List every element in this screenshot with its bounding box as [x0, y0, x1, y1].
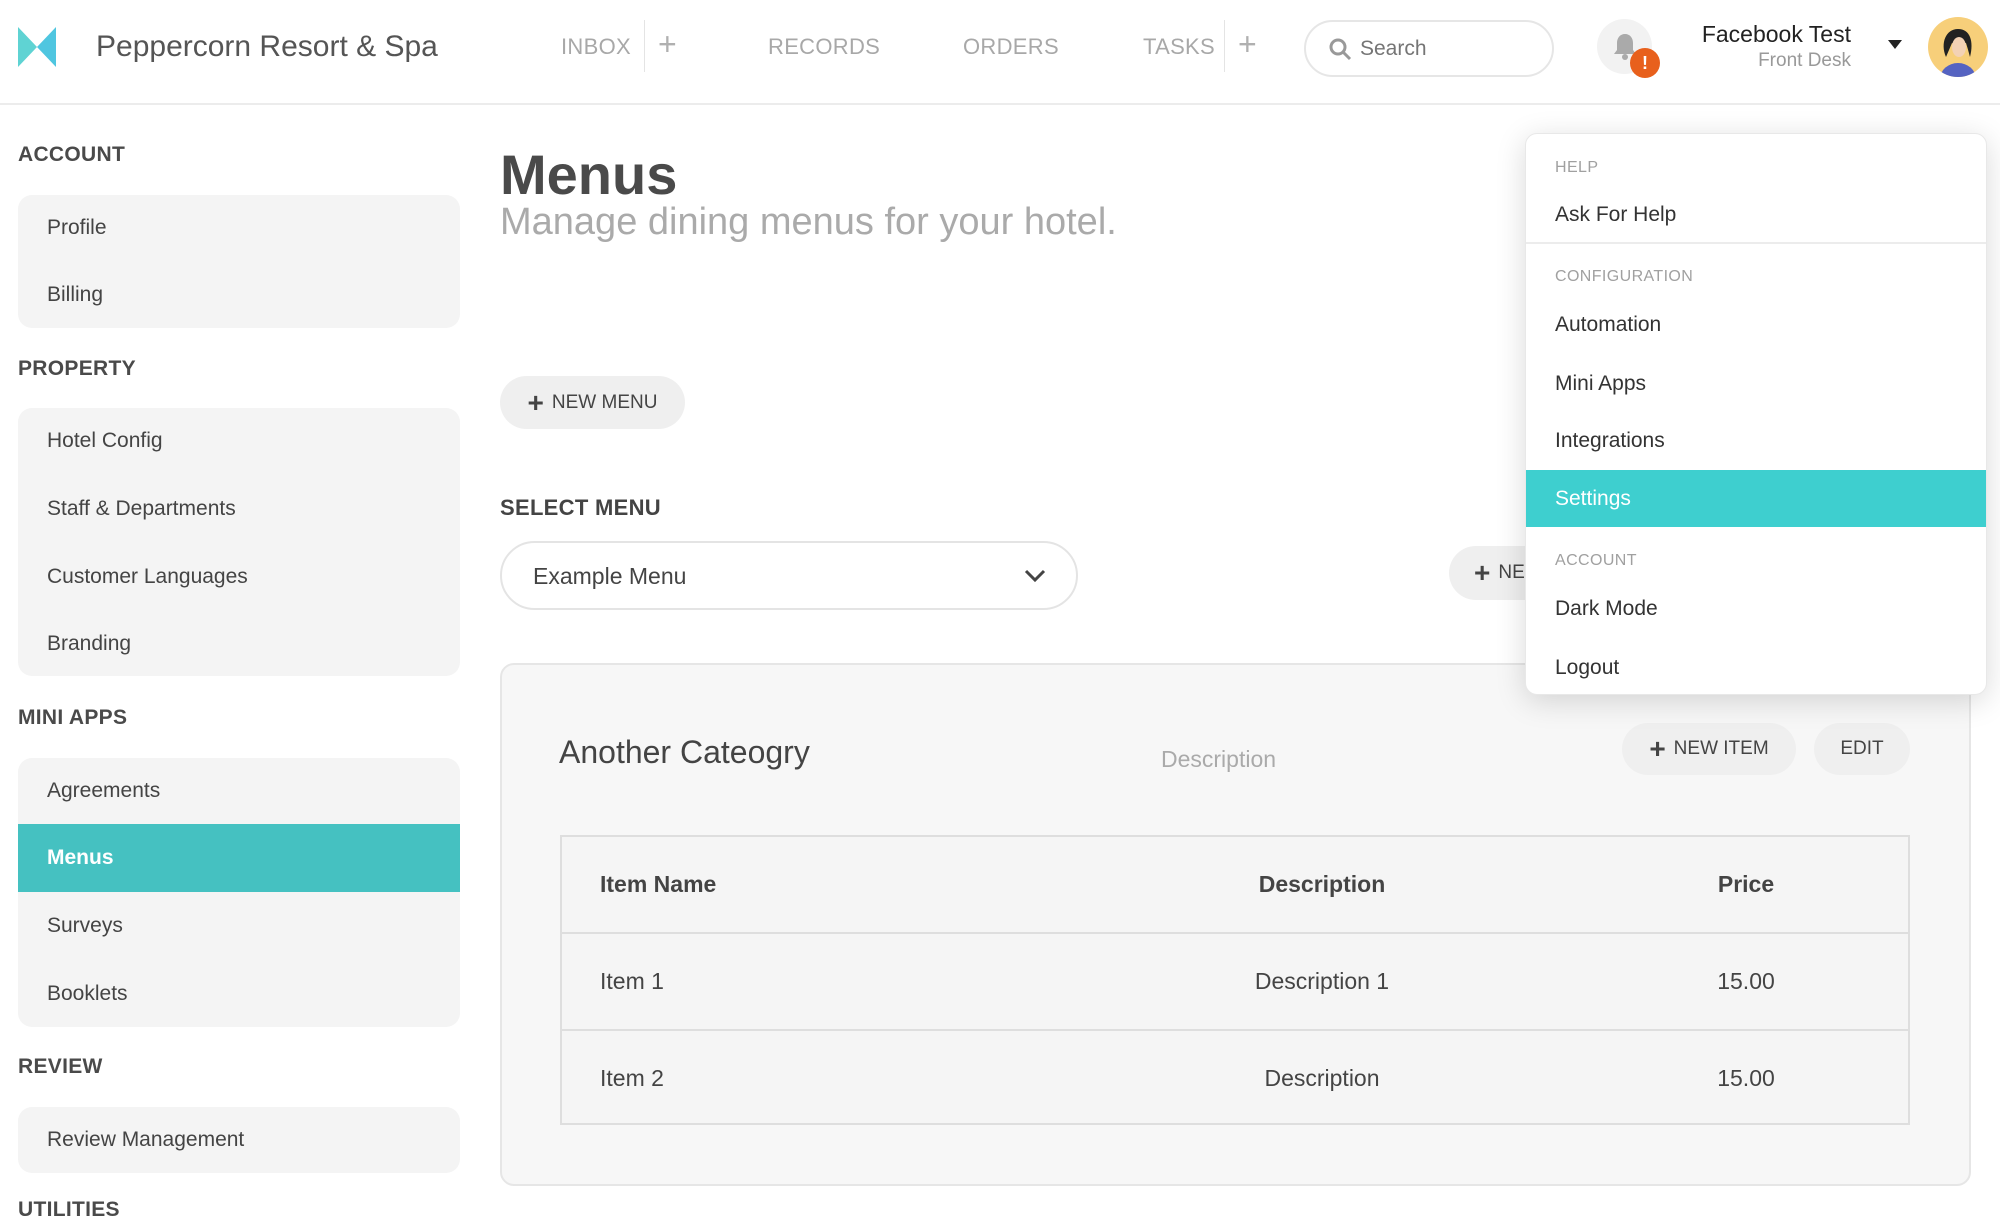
column-header: Price — [1717, 871, 1775, 897]
sidebar-item-review-management[interactable]: Review Management — [18, 1107, 460, 1173]
sidebar-item-hotel-config[interactable]: Hotel Config — [18, 408, 460, 474]
sidebar-item-booklets[interactable]: Booklets — [18, 961, 460, 1027]
sidebar-item-staff-departments[interactable]: Staff & Departments — [18, 476, 460, 542]
table-header-row: Item Name Description Price — [562, 837, 1908, 934]
sidebar-item-agreements[interactable]: Agreements — [18, 758, 460, 824]
inbox-add-button[interactable]: + — [658, 26, 677, 63]
menu-section-account: ACCOUNT — [1555, 552, 1637, 569]
sidebar-item-menus[interactable]: Menus — [18, 824, 460, 892]
tasks-add-button[interactable]: + — [1238, 26, 1257, 63]
search-box[interactable] — [1304, 20, 1554, 77]
item-description: Description 1 — [1254, 968, 1390, 994]
edit-button[interactable]: EDIT — [1814, 723, 1910, 775]
new-category-label: NE — [1498, 562, 1525, 583]
plus-icon: + — [1649, 733, 1666, 764]
new-menu-button[interactable]: + NEW MENU — [500, 376, 685, 429]
divider — [644, 20, 645, 72]
menu-item-automation[interactable]: Automation — [1526, 296, 1986, 353]
menu-select-value: Example Menu — [533, 563, 687, 589]
menu-item-integrations[interactable]: Integrations — [1526, 412, 1986, 469]
sidebar-section-property: PROPERTY — [18, 357, 136, 380]
menu-item-settings[interactable]: Settings — [1526, 470, 1986, 527]
plus-icon: + — [1474, 557, 1491, 588]
nav-tasks[interactable]: TASKS — [1143, 34, 1215, 60]
menu-section-help: HELP — [1555, 159, 1599, 176]
app-title: Peppercorn Resort & Spa — [96, 30, 438, 63]
sidebar-item-customer-languages[interactable]: Customer Languages — [18, 544, 460, 610]
sidebar-section-review: REVIEW — [18, 1055, 103, 1078]
search-icon — [1329, 38, 1352, 61]
sidebar-group-property: Hotel Config Staff & Departments Custome… — [18, 408, 460, 676]
menu-item-dark-mode[interactable]: Dark Mode — [1526, 580, 1986, 637]
nav-inbox[interactable]: INBOX — [561, 34, 631, 60]
menu-item-ask-for-help[interactable]: Ask For Help — [1526, 186, 1986, 243]
user-name[interactable]: Facebook Test — [1702, 21, 1851, 48]
new-menu-label: NEW MENU — [551, 391, 658, 413]
nav-records[interactable]: RECORDS — [768, 34, 880, 60]
menu-item-logout[interactable]: Logout — [1526, 639, 1986, 696]
item-price: 15.00 — [1717, 1065, 1775, 1091]
category-name: Another Cateogry — [559, 734, 810, 770]
sidebar-item-surveys[interactable]: Surveys — [18, 893, 460, 959]
top-header: Peppercorn Resort & Spa INBOX + RECORDS … — [0, 0, 2000, 105]
sidebar-item-billing[interactable]: Billing — [18, 262, 460, 328]
select-menu-label: SELECT MENU — [500, 495, 661, 520]
menu-select[interactable]: Example Menu — [500, 541, 1078, 610]
table-row[interactable]: Item 1 Description 1 15.00 — [562, 934, 1908, 1031]
divider — [1224, 20, 1225, 72]
new-item-label: NEW ITEM — [1673, 738, 1769, 759]
sidebar-section-mini-apps: MINI APPS — [18, 706, 128, 729]
caret-down-icon[interactable] — [1888, 40, 1902, 49]
page-subtitle: Manage dining menus for your hotel. — [500, 201, 1117, 243]
sidebar-section-utilities: UTILITIES — [18, 1198, 120, 1221]
sidebar-group-account: Profile Billing — [18, 195, 460, 328]
items-table: Item Name Description Price Item 1 Descr… — [560, 835, 1910, 1125]
page-title: Menus — [500, 143, 678, 206]
column-header: Item Name — [600, 871, 717, 897]
search-input[interactable] — [1360, 32, 1540, 66]
menu-section-configuration: CONFIGURATION — [1555, 268, 1694, 285]
sidebar-item-profile[interactable]: Profile — [18, 195, 460, 261]
new-item-button[interactable]: + NEW ITEM — [1622, 723, 1796, 775]
chevron-down-icon — [1024, 569, 1046, 583]
item-name: Item 2 — [600, 1065, 664, 1091]
sidebar-group-review: Review Management — [18, 1107, 460, 1173]
item-name: Item 1 — [600, 968, 664, 994]
table-row[interactable]: Item 2 Description 15.00 — [562, 1031, 1908, 1128]
item-price: 15.00 — [1717, 968, 1775, 994]
column-header: Description — [1258, 871, 1386, 897]
user-dropdown-menu: HELP Ask For Help CONFIGURATION Automati… — [1525, 133, 1987, 695]
nav-orders[interactable]: ORDERS — [963, 34, 1059, 60]
logo-icon[interactable] — [18, 27, 56, 67]
divider — [1526, 242, 1986, 244]
notification-badge: ! — [1630, 48, 1660, 78]
user-role: Front Desk — [1758, 50, 1851, 71]
sidebar-item-branding[interactable]: Branding — [18, 611, 460, 677]
category-description[interactable]: Description — [1161, 746, 1276, 773]
avatar[interactable] — [1928, 17, 1988, 77]
item-description: Description — [1264, 1065, 1380, 1091]
plus-icon: + — [527, 386, 544, 418]
sidebar-section-account: ACCOUNT — [18, 143, 126, 166]
avatar-icon — [1940, 29, 1976, 77]
notifications-button[interactable]: ! — [1597, 19, 1660, 78]
menu-item-mini-apps[interactable]: Mini Apps — [1526, 355, 1986, 412]
sidebar-group-mini-apps: Agreements Menus Surveys Booklets — [18, 758, 460, 1027]
